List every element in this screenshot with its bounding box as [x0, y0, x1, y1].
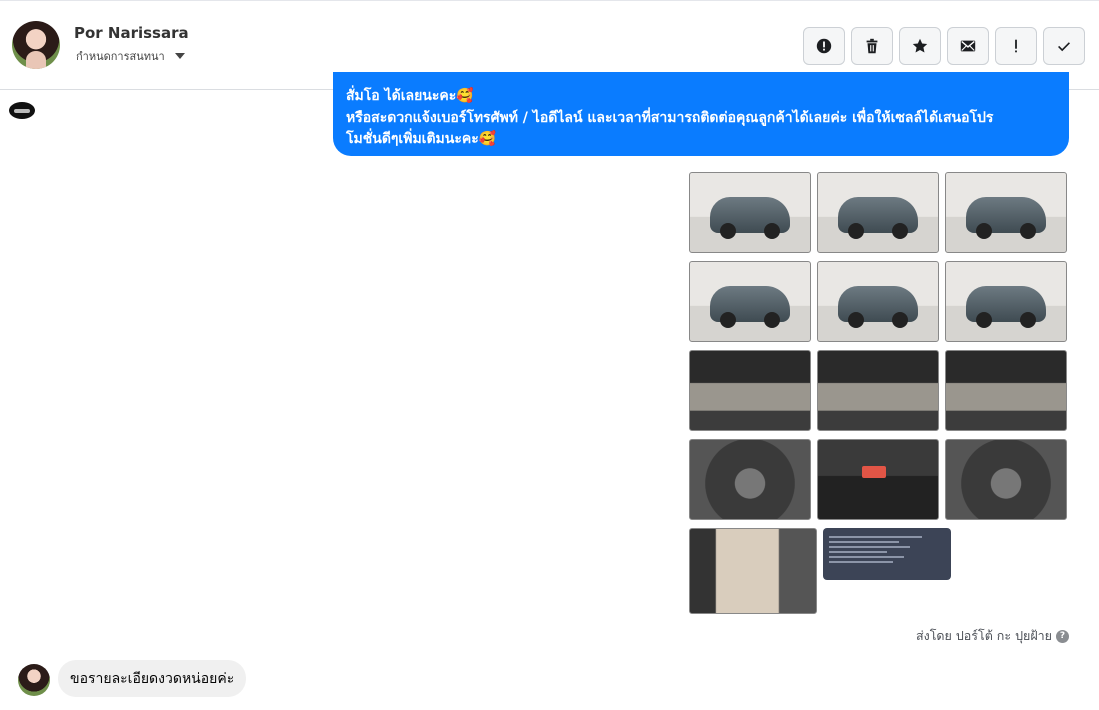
envelope-icon	[960, 40, 976, 52]
message-line: หรือสะดวกแจ้งเบอร์โทรศัพท์ / ไอดีไลน์ แล…	[346, 109, 994, 126]
report-button[interactable]	[803, 27, 845, 65]
contact-name[interactable]: Por Narissara	[74, 24, 189, 42]
mark-important-button[interactable]	[995, 27, 1037, 65]
mail-button[interactable]	[947, 27, 989, 65]
star-icon	[912, 38, 928, 53]
car-interior-photo-thumbnail[interactable]	[817, 350, 939, 431]
star-button[interactable]	[899, 27, 941, 65]
contact-avatar-small[interactable]	[18, 664, 50, 696]
contact-avatar[interactable]	[12, 21, 60, 69]
outgoing-message-bubble[interactable]: สั่มโอ ได้เลยนะคะ🥰 หรือสะดวกแจ้งเบอร์โทร…	[333, 72, 1069, 156]
car-engine-photo-thumbnail[interactable]	[689, 439, 811, 520]
header-actions	[803, 27, 1085, 65]
help-icon[interactable]: ?	[1056, 629, 1069, 643]
assign-conversation-dropdown[interactable]: กำหนดการสนทนา	[76, 47, 185, 65]
car-seat-photo-thumbnail[interactable]	[689, 528, 817, 614]
car-photo-thumbnail[interactable]	[817, 261, 939, 342]
car-interior-photo-thumbnail[interactable]	[945, 350, 1067, 431]
caret-down-icon	[174, 53, 185, 59]
alert-circle-icon	[816, 38, 832, 54]
car-photo-thumbnail[interactable]	[689, 172, 811, 253]
document-photo-thumbnail[interactable]	[823, 528, 951, 580]
car-dashboard-photo-thumbnail[interactable]	[817, 439, 939, 520]
car-photo-thumbnail[interactable]	[689, 261, 811, 342]
sent-by-text: ส่งโดย ปอร์โต้ กะ ปุยฝ้าย	[915, 628, 1052, 643]
page-logo	[9, 102, 35, 119]
assign-label: กำหนดการสนทนา	[76, 50, 165, 63]
message-line: โมชั่นดีๆเพิ่มเติมนะคะ🥰	[346, 131, 497, 147]
delete-button[interactable]	[851, 27, 893, 65]
check-icon	[1058, 42, 1070, 52]
car-engine-photo-thumbnail[interactable]	[945, 439, 1067, 520]
car-photo-thumbnail[interactable]	[817, 172, 939, 253]
sent-by-label: ส่งโดย ปอร์โต้ กะ ปุยฝ้าย ?	[916, 626, 1069, 646]
car-interior-photo-thumbnail[interactable]	[689, 350, 811, 431]
exclamation-icon	[1015, 39, 1017, 53]
trash-icon	[866, 38, 878, 54]
messenger-conversation: Por Narissara กำหนดการสนทนา สั่มโอ ได้เล…	[0, 0, 1099, 710]
car-photo-thumbnail[interactable]	[945, 261, 1067, 342]
incoming-message-bubble[interactable]: ขอรายละเอียดงวดหน่อยค่ะ	[58, 660, 247, 697]
mark-done-button[interactable]	[1043, 27, 1085, 65]
car-photo-thumbnail[interactable]	[945, 172, 1067, 253]
message-line: สั่มโอ ได้เลยนะคะ🥰	[346, 88, 474, 104]
